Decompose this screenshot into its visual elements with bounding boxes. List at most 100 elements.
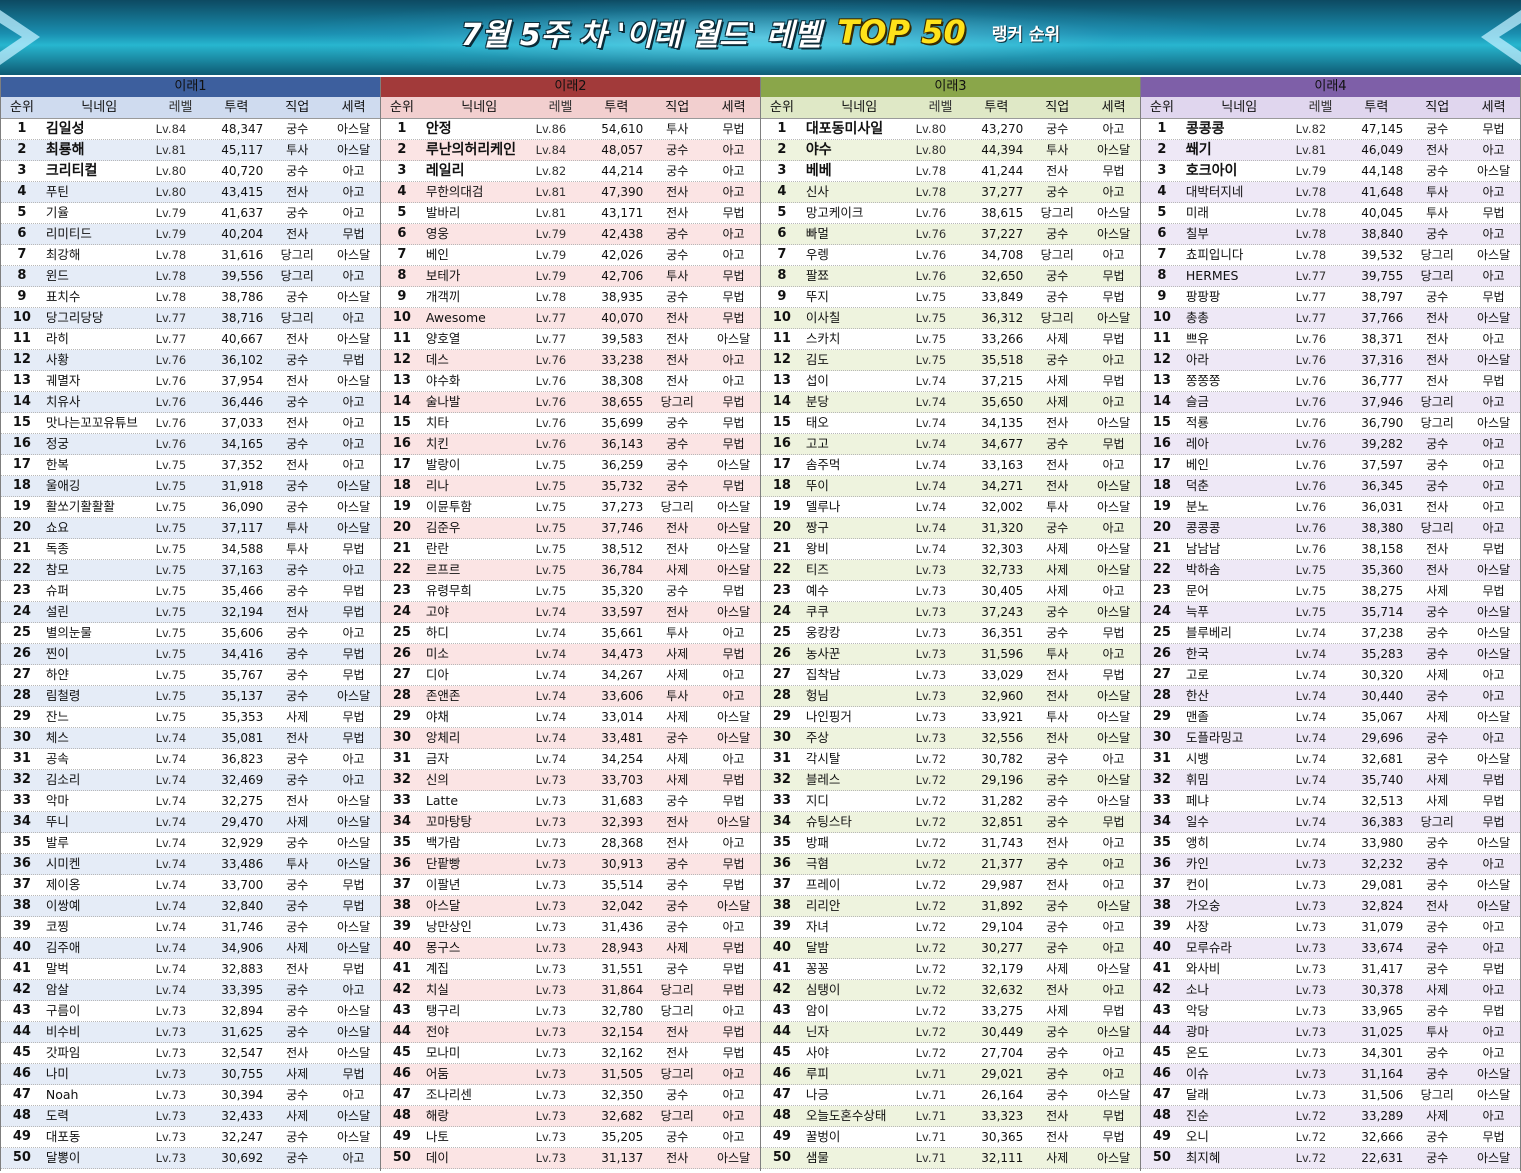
cell-level: Lv.78: [915, 164, 947, 178]
cell-job: 당그리: [660, 1109, 694, 1123]
banner-top50: TOP 50: [837, 13, 966, 51]
cell-job: 전사: [1046, 458, 1069, 472]
cell-power: 30,277: [981, 941, 1024, 955]
cell-server: 아스달: [1477, 710, 1511, 724]
cell-server: 아스달: [717, 563, 751, 577]
cell-job: 궁수: [1426, 941, 1449, 955]
cell-server: 무법: [722, 941, 745, 955]
cell-level: Lv.76: [155, 416, 187, 430]
cell-server: 아스달: [1097, 710, 1131, 724]
cell-power: 22,631: [1361, 1151, 1404, 1165]
table-row: 42 심탱이 Lv.72 32,632 전사 아고: [761, 980, 1140, 1001]
cell-power: 35,514: [601, 878, 644, 892]
cell-power: 32,650: [981, 269, 1024, 283]
cell-rank: 30: [12, 730, 31, 745]
cell-rank: 34: [12, 814, 31, 829]
table-row: 5 기율 Lv.79 41,637 궁수 아고: [1, 203, 380, 224]
cell-level: Lv.75: [535, 458, 567, 472]
cell-nick: 꽁꽁: [805, 961, 829, 976]
cell-power: 37,227: [981, 227, 1024, 241]
cell-server: 무법: [722, 857, 745, 871]
cell-job: 궁수: [666, 458, 689, 472]
cell-power: 38,371: [1361, 332, 1404, 346]
cell-power: 32,303: [981, 542, 1024, 556]
cell-nick: 한국: [1185, 646, 1209, 661]
cell-server: 아스달: [337, 500, 371, 514]
cell-server: 아고: [1102, 878, 1125, 892]
cell-job: 전사: [666, 605, 689, 619]
cell-power: 32,469: [221, 773, 264, 787]
column-header-level: 레벨: [548, 100, 573, 115]
cell-rank: 34: [772, 814, 791, 829]
cell-level: Lv.81: [1295, 143, 1327, 157]
table-row: 28 한산 Lv.74 30,440 궁수 아고: [1141, 686, 1520, 707]
cell-nick: 구름이: [45, 1003, 81, 1018]
cell-nick: 프레이: [805, 877, 841, 892]
table-row: 26 미소 Lv.74 34,473 사제 무법: [381, 644, 760, 665]
cell-power: 37,033: [221, 416, 264, 430]
cell-level: Lv.74: [155, 941, 187, 955]
cell-level: Lv.76: [1295, 416, 1327, 430]
cell-power: 32,894: [221, 1004, 264, 1018]
cell-job: 사제: [1046, 1004, 1069, 1018]
cell-rank: 31: [392, 751, 411, 766]
table-row: 23 예수 Lv.73 30,405 사제 아고: [761, 581, 1140, 602]
cell-level: Lv.76: [1295, 479, 1327, 493]
cell-server: 아고: [722, 248, 745, 262]
table-row: 37 컨이 Lv.73 29,081 궁수 아스달: [1141, 875, 1520, 896]
cell-server: 아스달: [337, 122, 371, 136]
cell-power: 29,081: [1361, 878, 1404, 892]
cell-job: 궁수: [1426, 227, 1449, 241]
cell-level: Lv.80: [915, 122, 947, 136]
cell-level: Lv.73: [535, 920, 567, 934]
cell-job: 궁수: [286, 878, 309, 892]
table-row: 23 유령무희 Lv.75 35,320 궁수 무법: [381, 581, 760, 602]
cell-power: 30,755: [221, 1067, 264, 1081]
table-row: 1 김일성 Lv.84 48,347 궁수 아스달: [1, 119, 380, 140]
cell-job: 궁수: [1046, 122, 1069, 136]
cell-server: 아스달: [1477, 248, 1511, 262]
cell-job: 전사: [666, 815, 689, 829]
cell-power: 34,708: [981, 248, 1024, 262]
cell-rank: 13: [392, 373, 411, 388]
cell-nick: 자녀: [805, 919, 829, 934]
cell-level: Lv.74: [1295, 710, 1327, 724]
cell-rank: 15: [772, 415, 791, 430]
cell-server: 아스달: [1477, 311, 1511, 325]
cell-nick: 레일리: [425, 163, 465, 179]
table-row: 31 각시탈 Lv.72 30,782 궁수 아고: [761, 749, 1140, 770]
cell-server: 아스달: [337, 248, 371, 262]
cell-nick: 해랑: [425, 1108, 449, 1123]
cell-rank: 39: [1152, 919, 1171, 934]
cell-level: Lv.78: [915, 185, 947, 199]
cell-nick: 닌자: [805, 1024, 829, 1039]
cell-rank: 28: [772, 688, 791, 703]
cell-rank: 27: [772, 667, 791, 682]
cell-server: 아고: [1482, 437, 1505, 451]
table-row: 8 보테가 Lv.79 42,706 투사 무법: [381, 266, 760, 287]
cell-nick: 하디: [425, 625, 449, 640]
cell-nick: 헝님: [805, 688, 829, 703]
cell-job: 전사: [1046, 836, 1069, 850]
cell-rank: 37: [772, 877, 791, 892]
cell-rank: 32: [772, 772, 791, 787]
cell-rank: 1: [777, 121, 787, 136]
cell-rank: 25: [392, 625, 411, 640]
cell-nick: 콩콩콩: [1185, 520, 1221, 535]
cell-rank: 48: [12, 1108, 31, 1123]
cell-rank: 47: [1152, 1087, 1171, 1102]
cell-power: 35,714: [1361, 605, 1404, 619]
cell-nick: 이쌍예: [45, 898, 81, 913]
cell-rank: 26: [392, 646, 411, 661]
cell-job: 궁수: [286, 752, 309, 766]
cell-rank: 41: [772, 961, 791, 976]
table-row: 16 레아 Lv.76 39,282 궁수 아고: [1141, 434, 1520, 455]
cell-rank: 26: [1152, 646, 1171, 661]
cell-level: Lv.73: [1295, 941, 1327, 955]
cell-level: Lv.73: [535, 1025, 567, 1039]
cell-rank: 33: [1152, 793, 1171, 808]
cell-level: Lv.73: [155, 1109, 187, 1123]
cell-rank: 5: [777, 205, 787, 220]
cell-job: 투사: [1426, 206, 1449, 220]
cell-level: Lv.73: [1295, 1088, 1327, 1102]
